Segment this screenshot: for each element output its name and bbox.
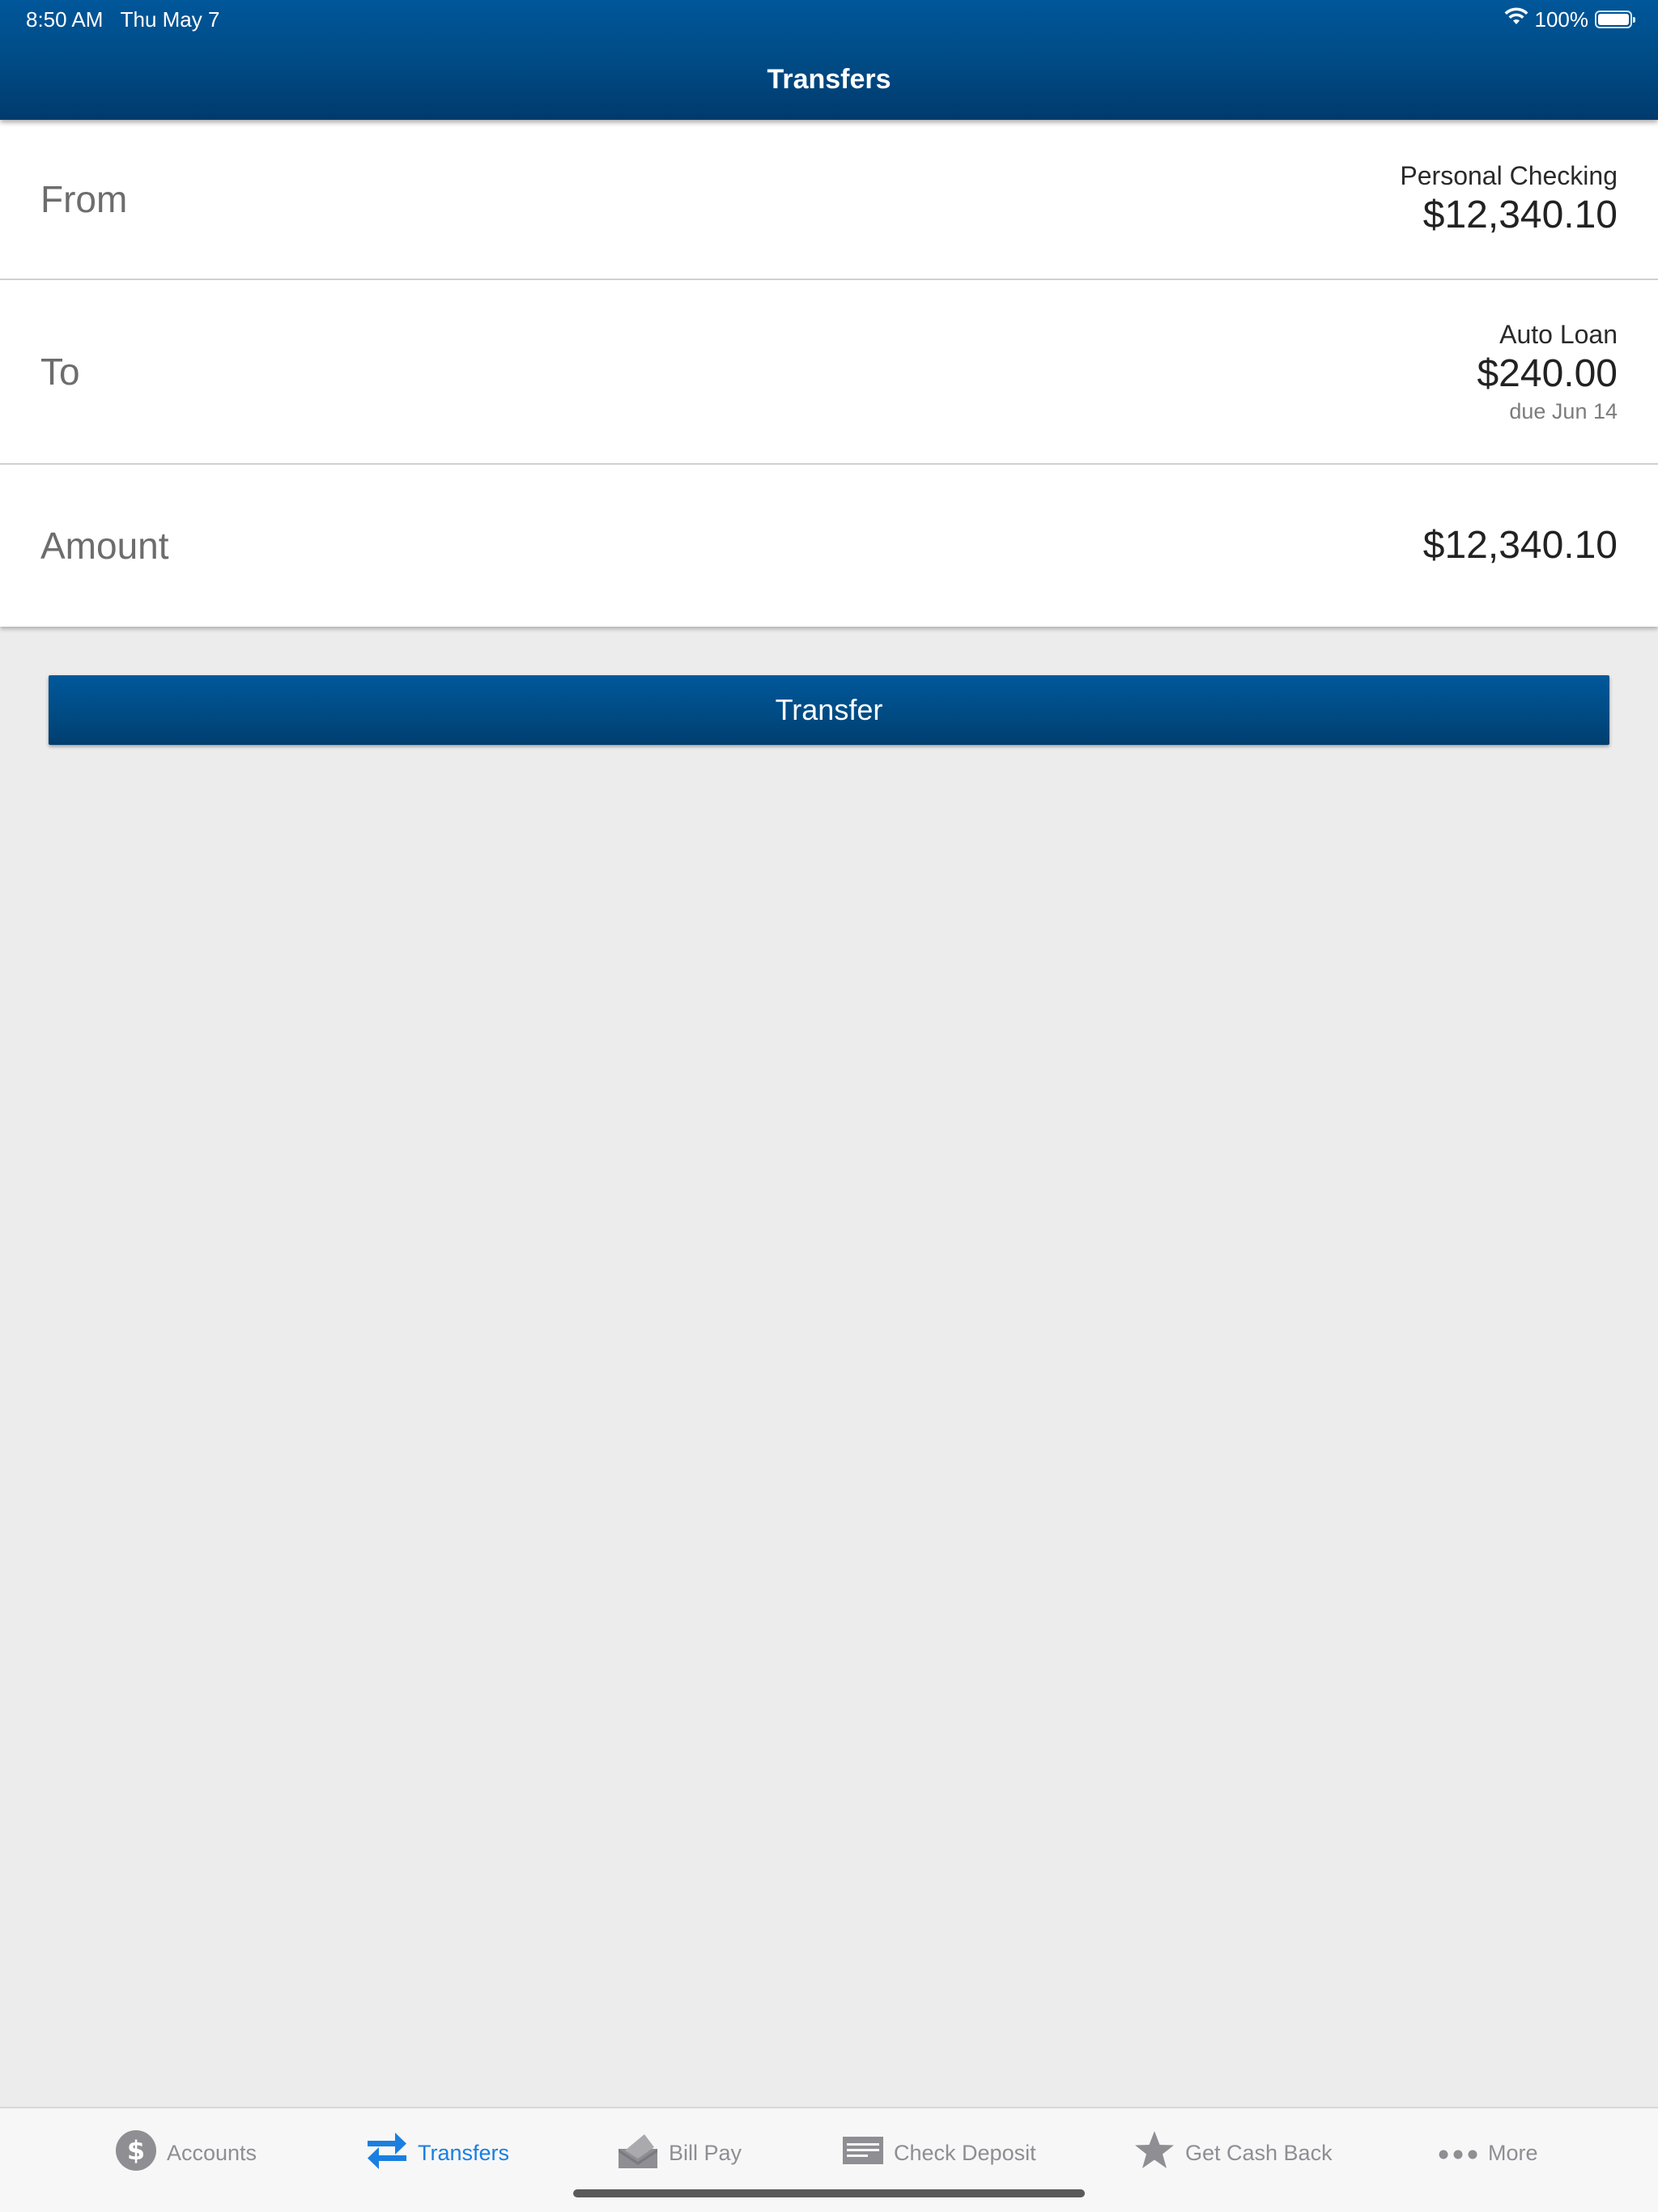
- to-account-row[interactable]: To Auto Loan $240.00 due Jun 14: [0, 280, 1658, 465]
- status-time: 8:50 AM: [26, 7, 104, 32]
- tab-accounts-label: Accounts: [167, 2140, 257, 2165]
- bill-envelope-icon: [617, 2131, 659, 2176]
- amount-label: Amount: [40, 525, 169, 567]
- wifi-icon: [1504, 6, 1528, 32]
- tab-more[interactable]: More: [1438, 2125, 1538, 2181]
- page-title: Transfers: [767, 64, 891, 95]
- to-account-due-date: due Jun 14: [1509, 399, 1618, 423]
- svg-text:$: $: [127, 2135, 145, 2166]
- to-account-value: Auto Loan $240.00 due Jun 14: [1477, 318, 1618, 425]
- transfer-arrows-icon: [366, 2131, 408, 2176]
- amount-value-wrap: $12,340.10: [1423, 522, 1618, 569]
- transfer-form: From Personal Checking $12,340.10 To Aut…: [0, 120, 1658, 627]
- to-account-name: Auto Loan: [1499, 320, 1618, 349]
- transfer-button[interactable]: Transfer: [49, 675, 1609, 745]
- from-account-row[interactable]: From Personal Checking $12,340.10: [0, 120, 1658, 280]
- dollar-circle-icon: $: [115, 2129, 157, 2177]
- battery-percent: 100%: [1534, 6, 1589, 32]
- to-account-amount: $240.00: [1477, 352, 1618, 395]
- tab-get-cash-back-label: Get Cash Back: [1185, 2140, 1333, 2165]
- status-bar-right: 100%: [1504, 6, 1635, 32]
- tab-more-label: More: [1488, 2140, 1538, 2165]
- nav-header: 8:50 AM Thu May 7 100% Transfers: [0, 0, 1658, 120]
- status-bar-time: 8:50 AM Thu May 7: [26, 6, 219, 32]
- from-label: From: [40, 178, 128, 220]
- to-label: To: [40, 351, 80, 393]
- amount-value[interactable]: $12,340.10: [1423, 522, 1618, 569]
- battery-fill: [1598, 14, 1629, 25]
- tab-get-cash-back[interactable]: Get Cash Back: [1133, 2125, 1333, 2181]
- amount-row[interactable]: Amount $12,340.10: [0, 465, 1658, 627]
- star-icon: [1133, 2130, 1175, 2176]
- tab-transfers-label: Transfers: [418, 2140, 510, 2165]
- from-account-balance: $12,340.10: [1422, 194, 1618, 236]
- tab-check-deposit[interactable]: Check Deposit: [842, 2125, 1036, 2181]
- status-date: Thu May 7: [120, 7, 220, 32]
- battery-icon: [1595, 11, 1635, 28]
- tab-check-deposit-label: Check Deposit: [894, 2140, 1036, 2165]
- from-account-value: Personal Checking $12,340.10: [1400, 160, 1618, 239]
- tab-bill-pay-label: Bill Pay: [669, 2140, 742, 2165]
- check-icon: [842, 2136, 884, 2171]
- tab-transfers[interactable]: Transfers: [366, 2125, 509, 2181]
- home-indicator[interactable]: [573, 2189, 1085, 2197]
- tab-bill-pay[interactable]: Bill Pay: [617, 2125, 742, 2181]
- tab-accounts[interactable]: $ Accounts: [115, 2125, 257, 2181]
- more-dots-icon: [1438, 2141, 1478, 2166]
- from-account-name: Personal Checking: [1400, 161, 1618, 190]
